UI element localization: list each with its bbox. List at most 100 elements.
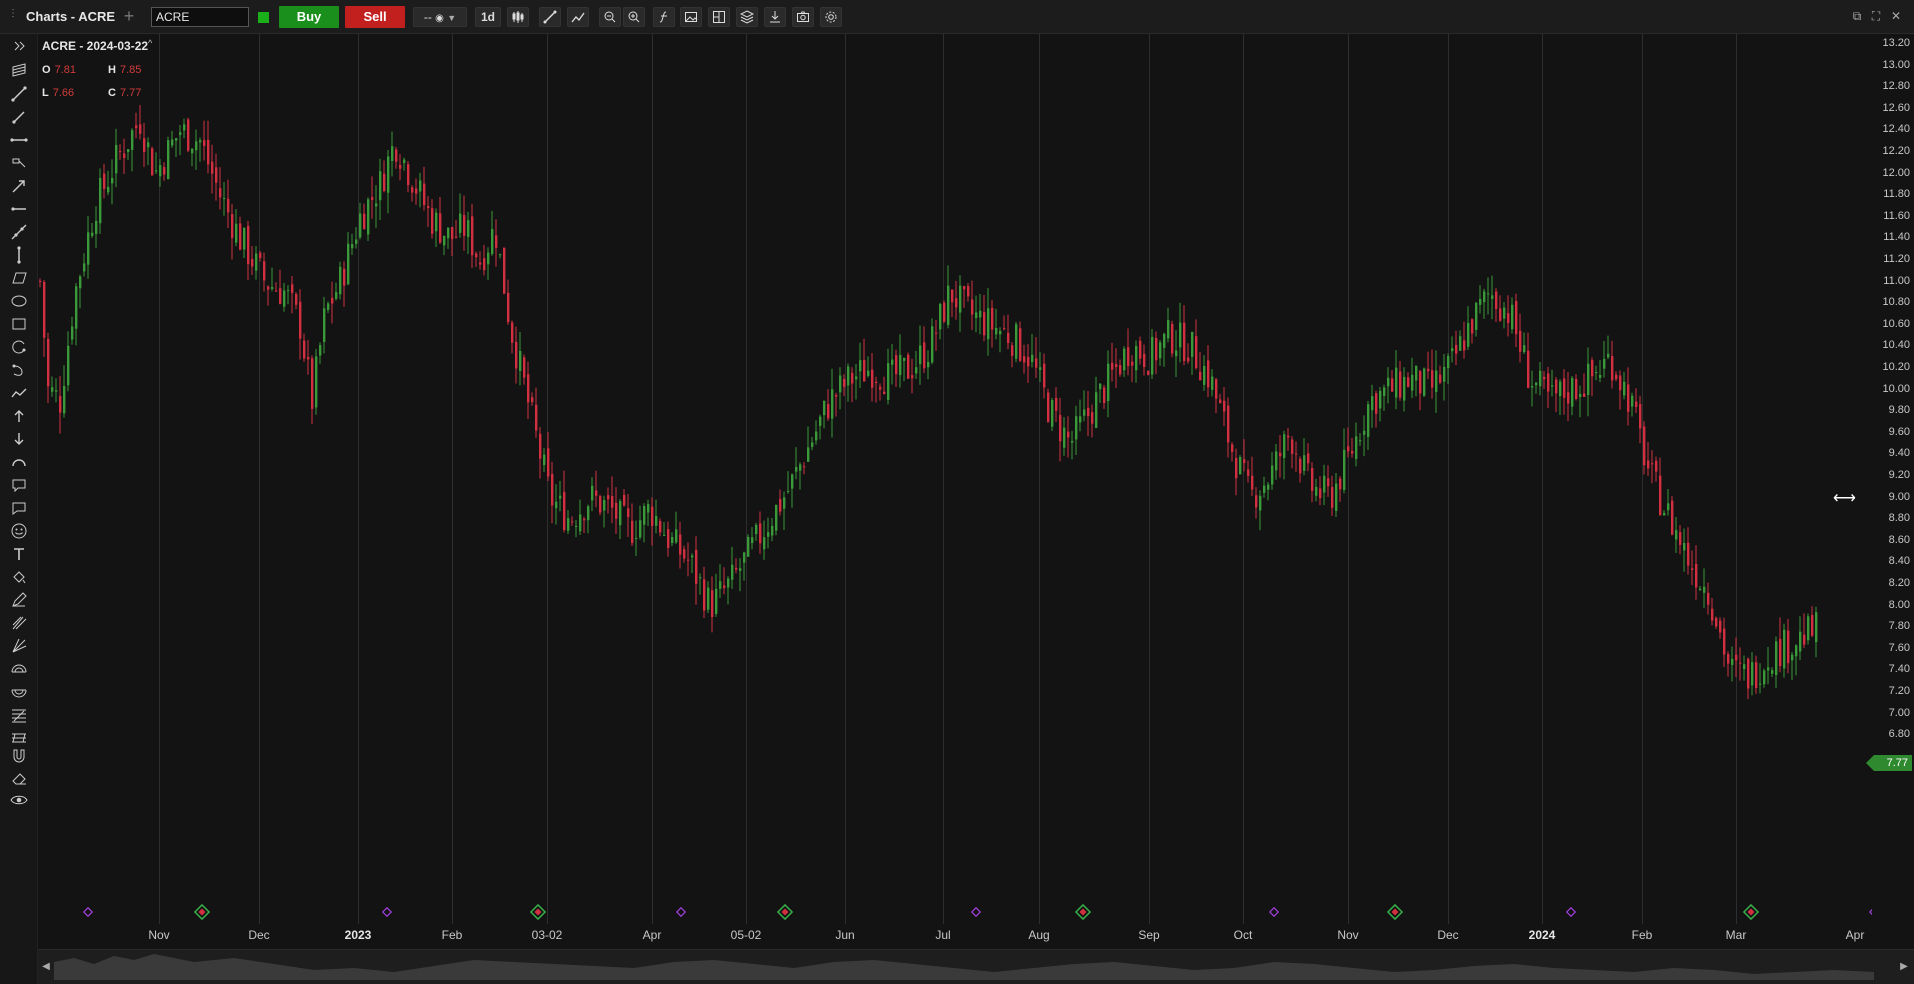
- candle-body[interactable]: [615, 502, 618, 519]
- candle-body[interactable]: [919, 345, 922, 365]
- candle-body[interactable]: [747, 536, 750, 557]
- candle-body[interactable]: [83, 263, 86, 272]
- candle-body[interactable]: [647, 504, 650, 513]
- candle-body[interactable]: [683, 549, 686, 559]
- dividend-marker-icon[interactable]: [381, 906, 393, 918]
- candle-body[interactable]: [447, 227, 450, 239]
- paint-icon[interactable]: [9, 567, 29, 587]
- text-icon[interactable]: [9, 544, 29, 564]
- candle-body[interactable]: [1735, 654, 1738, 661]
- rectangle-icon[interactable]: [9, 314, 29, 334]
- candle-body[interactable]: [391, 146, 394, 162]
- vertical-line-icon[interactable]: [9, 245, 29, 265]
- candle-body[interactable]: [1471, 319, 1474, 334]
- download-icon[interactable]: [764, 7, 786, 27]
- candle-body[interactable]: [1259, 495, 1262, 511]
- candle-body[interactable]: [335, 292, 338, 299]
- candle-body[interactable]: [1159, 342, 1162, 359]
- candle-body[interactable]: [1071, 440, 1074, 443]
- candle-body[interactable]: [563, 492, 566, 530]
- candle-body[interactable]: [731, 564, 734, 580]
- candle-body[interactable]: [547, 448, 550, 477]
- candle-body[interactable]: [1067, 431, 1070, 438]
- candle-body[interactable]: [1531, 386, 1534, 388]
- candle-body[interactable]: [123, 153, 126, 159]
- candle-body[interactable]: [1015, 324, 1018, 359]
- candle-body[interactable]: [1151, 336, 1154, 375]
- candle-body[interactable]: [1791, 654, 1794, 661]
- arrow-line-icon[interactable]: [9, 176, 29, 196]
- candle-body[interactable]: [259, 252, 262, 259]
- candle-body[interactable]: [1091, 412, 1094, 424]
- candle-body[interactable]: [1059, 414, 1062, 442]
- candle-body[interactable]: [839, 375, 842, 393]
- arrow-up-icon[interactable]: [9, 406, 29, 426]
- candle-body[interactable]: [95, 220, 98, 234]
- candle-body[interactable]: [1099, 383, 1102, 390]
- candle-body[interactable]: [147, 142, 150, 148]
- emoji-icon[interactable]: [9, 521, 29, 541]
- candle-body[interactable]: [715, 588, 718, 614]
- candle-body[interactable]: [1219, 399, 1222, 404]
- candle-body[interactable]: [1503, 307, 1506, 319]
- candle-body[interactable]: [695, 549, 698, 584]
- candle-body[interactable]: [1739, 662, 1742, 664]
- candle-body[interactable]: [743, 552, 746, 563]
- candle-body[interactable]: [931, 326, 934, 363]
- candle-body[interactable]: [159, 165, 162, 177]
- candle-body[interactable]: [1191, 331, 1194, 357]
- candle-body[interactable]: [119, 151, 122, 153]
- candle-body[interactable]: [1507, 313, 1510, 324]
- candle-body[interactable]: [795, 467, 798, 472]
- candle-body[interactable]: [1403, 376, 1406, 401]
- candle-body[interactable]: [1383, 387, 1386, 396]
- candle-body[interactable]: [303, 340, 306, 359]
- layers-icon[interactable]: [9, 60, 29, 80]
- candle-body[interactable]: [603, 499, 606, 511]
- candle-body[interactable]: [875, 381, 878, 384]
- candle-body[interactable]: [1571, 378, 1574, 407]
- candle-body[interactable]: [1755, 662, 1758, 689]
- candle-body[interactable]: [1303, 455, 1306, 471]
- parallelogram-icon[interactable]: [9, 268, 29, 288]
- candle-body[interactable]: [1779, 639, 1782, 667]
- candle-body[interactable]: [1815, 612, 1818, 643]
- price-axis[interactable]: 13.20 13.00 12.80 12.60 12.40 12.20 12.00 11.80…: [1872, 34, 1914, 947]
- candle-body[interactable]: [1619, 375, 1622, 391]
- time-selector-dropdown[interactable]: -- ◉ ▼: [413, 7, 467, 27]
- candle-body[interactable]: [539, 433, 542, 459]
- candle-body[interactable]: [787, 490, 790, 492]
- candle-body[interactable]: [1031, 354, 1034, 363]
- candle-body[interactable]: [1379, 390, 1382, 409]
- candle-body[interactable]: [1055, 397, 1058, 411]
- candle-body[interactable]: [1179, 322, 1182, 348]
- fib-channel-icon[interactable]: [9, 728, 29, 748]
- candle-body[interactable]: [1559, 381, 1562, 397]
- candle-body[interactable]: [527, 374, 530, 403]
- candle-body[interactable]: [423, 183, 426, 206]
- curve-icon[interactable]: [9, 360, 29, 380]
- candle-body[interactable]: [1103, 387, 1106, 404]
- candle-body[interactable]: [635, 537, 638, 539]
- candle-body[interactable]: [219, 188, 222, 198]
- candle-body[interactable]: [1335, 483, 1338, 511]
- candle-body[interactable]: [1211, 376, 1214, 390]
- candle-body[interactable]: [175, 138, 178, 141]
- candle-body[interactable]: [1747, 658, 1750, 689]
- candle-body[interactable]: [855, 376, 858, 380]
- candle-body[interactable]: [543, 454, 546, 466]
- candle-body[interactable]: [1339, 478, 1342, 490]
- candle-body[interactable]: [1687, 542, 1690, 566]
- candle-body[interactable]: [1659, 475, 1662, 516]
- candle-body[interactable]: [1655, 460, 1658, 472]
- candle-body[interactable]: [311, 358, 314, 409]
- function-icon[interactable]: [653, 7, 675, 27]
- candle-body[interactable]: [1423, 368, 1426, 396]
- candle-body[interactable]: [1495, 291, 1498, 309]
- candle-body[interactable]: [195, 141, 198, 151]
- candle-body[interactable]: [167, 140, 170, 180]
- candle-body[interactable]: [519, 351, 522, 372]
- candle-body[interactable]: [171, 139, 174, 146]
- candle-body[interactable]: [1183, 322, 1186, 362]
- navigator-right-arrow-icon[interactable]: ▶: [1898, 960, 1910, 974]
